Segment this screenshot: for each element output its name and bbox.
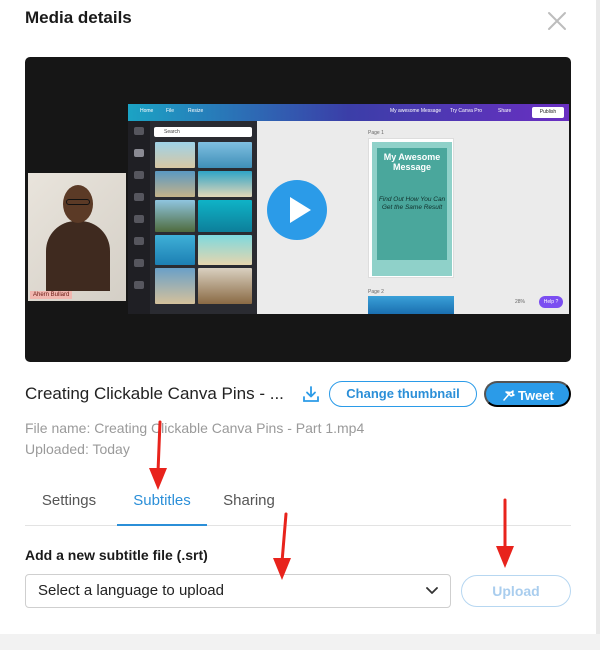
scrollbar-edge bbox=[596, 0, 600, 650]
canva-topbar: Home File Resize My awesome Message Try … bbox=[128, 104, 569, 121]
canva-doc-title: My awesome Message bbox=[390, 108, 442, 114]
canva-file: File bbox=[166, 108, 175, 114]
file-name: File name: Creating Clickable Canva Pins… bbox=[25, 420, 365, 436]
language-select-value: Select a language to upload bbox=[38, 582, 224, 599]
webcam-name-label: Ahern Bullard bbox=[30, 291, 73, 299]
twitter-icon bbox=[503, 390, 515, 401]
canva-page1-label: Page 1 bbox=[368, 130, 384, 136]
canva-side-rail bbox=[128, 121, 150, 314]
subtitle-section-label: Add a new subtitle file (.srt) bbox=[25, 547, 208, 563]
webcam-overlay: Ahern Bullard bbox=[28, 173, 126, 301]
tab-settings[interactable]: Settings bbox=[25, 484, 113, 526]
canva-share: Share bbox=[498, 108, 512, 114]
media-title: Creating Clickable Canva Pins - ... bbox=[25, 384, 284, 403]
canva-page2-label: Page 2 bbox=[368, 289, 384, 295]
canva-photos-panel: Search bbox=[150, 121, 257, 314]
video-player[interactable]: Ahern Bullard Home File Resize My awesom… bbox=[25, 57, 571, 362]
canva-try-pro: Try Canva Pro bbox=[450, 108, 483, 114]
download-icon[interactable] bbox=[302, 385, 320, 403]
page-bottom-strip bbox=[0, 634, 600, 650]
canva-resize: Resize bbox=[188, 108, 204, 114]
tweet-button[interactable]: Tweet bbox=[484, 381, 571, 407]
annotation-arrow-upload bbox=[496, 498, 514, 568]
modal-title: Media details bbox=[25, 8, 132, 27]
canva-publish: Publish bbox=[532, 107, 564, 118]
change-thumbnail-button[interactable]: Change thumbnail bbox=[329, 381, 477, 407]
language-select[interactable]: Select a language to upload bbox=[25, 574, 451, 608]
tab-bar: Settings Subtitles Sharing bbox=[25, 484, 571, 526]
canva-zoom: 28% bbox=[515, 299, 526, 305]
pin-body: Find Out How You Can Get the Same Result bbox=[378, 196, 446, 211]
close-icon[interactable] bbox=[545, 9, 569, 33]
pin-title: My Awesome Message bbox=[383, 152, 441, 172]
screen-recording: Home File Resize My awesome Message Try … bbox=[128, 104, 569, 314]
tweet-label: Tweet bbox=[518, 388, 554, 403]
canva-home: Home bbox=[140, 108, 154, 114]
canva-search: Search bbox=[154, 127, 252, 137]
canva-help: Help ? bbox=[539, 296, 563, 308]
canva-page: My Awesome Message Find Out How You Can … bbox=[368, 138, 454, 278]
uploaded-date: Uploaded: Today bbox=[25, 441, 130, 457]
annotation-arrow-language bbox=[273, 512, 291, 580]
annotation-arrow-subtitles bbox=[149, 420, 167, 490]
play-icon[interactable] bbox=[267, 180, 327, 240]
chevron-down-icon bbox=[426, 587, 438, 594]
upload-button[interactable]: Upload bbox=[461, 575, 571, 607]
